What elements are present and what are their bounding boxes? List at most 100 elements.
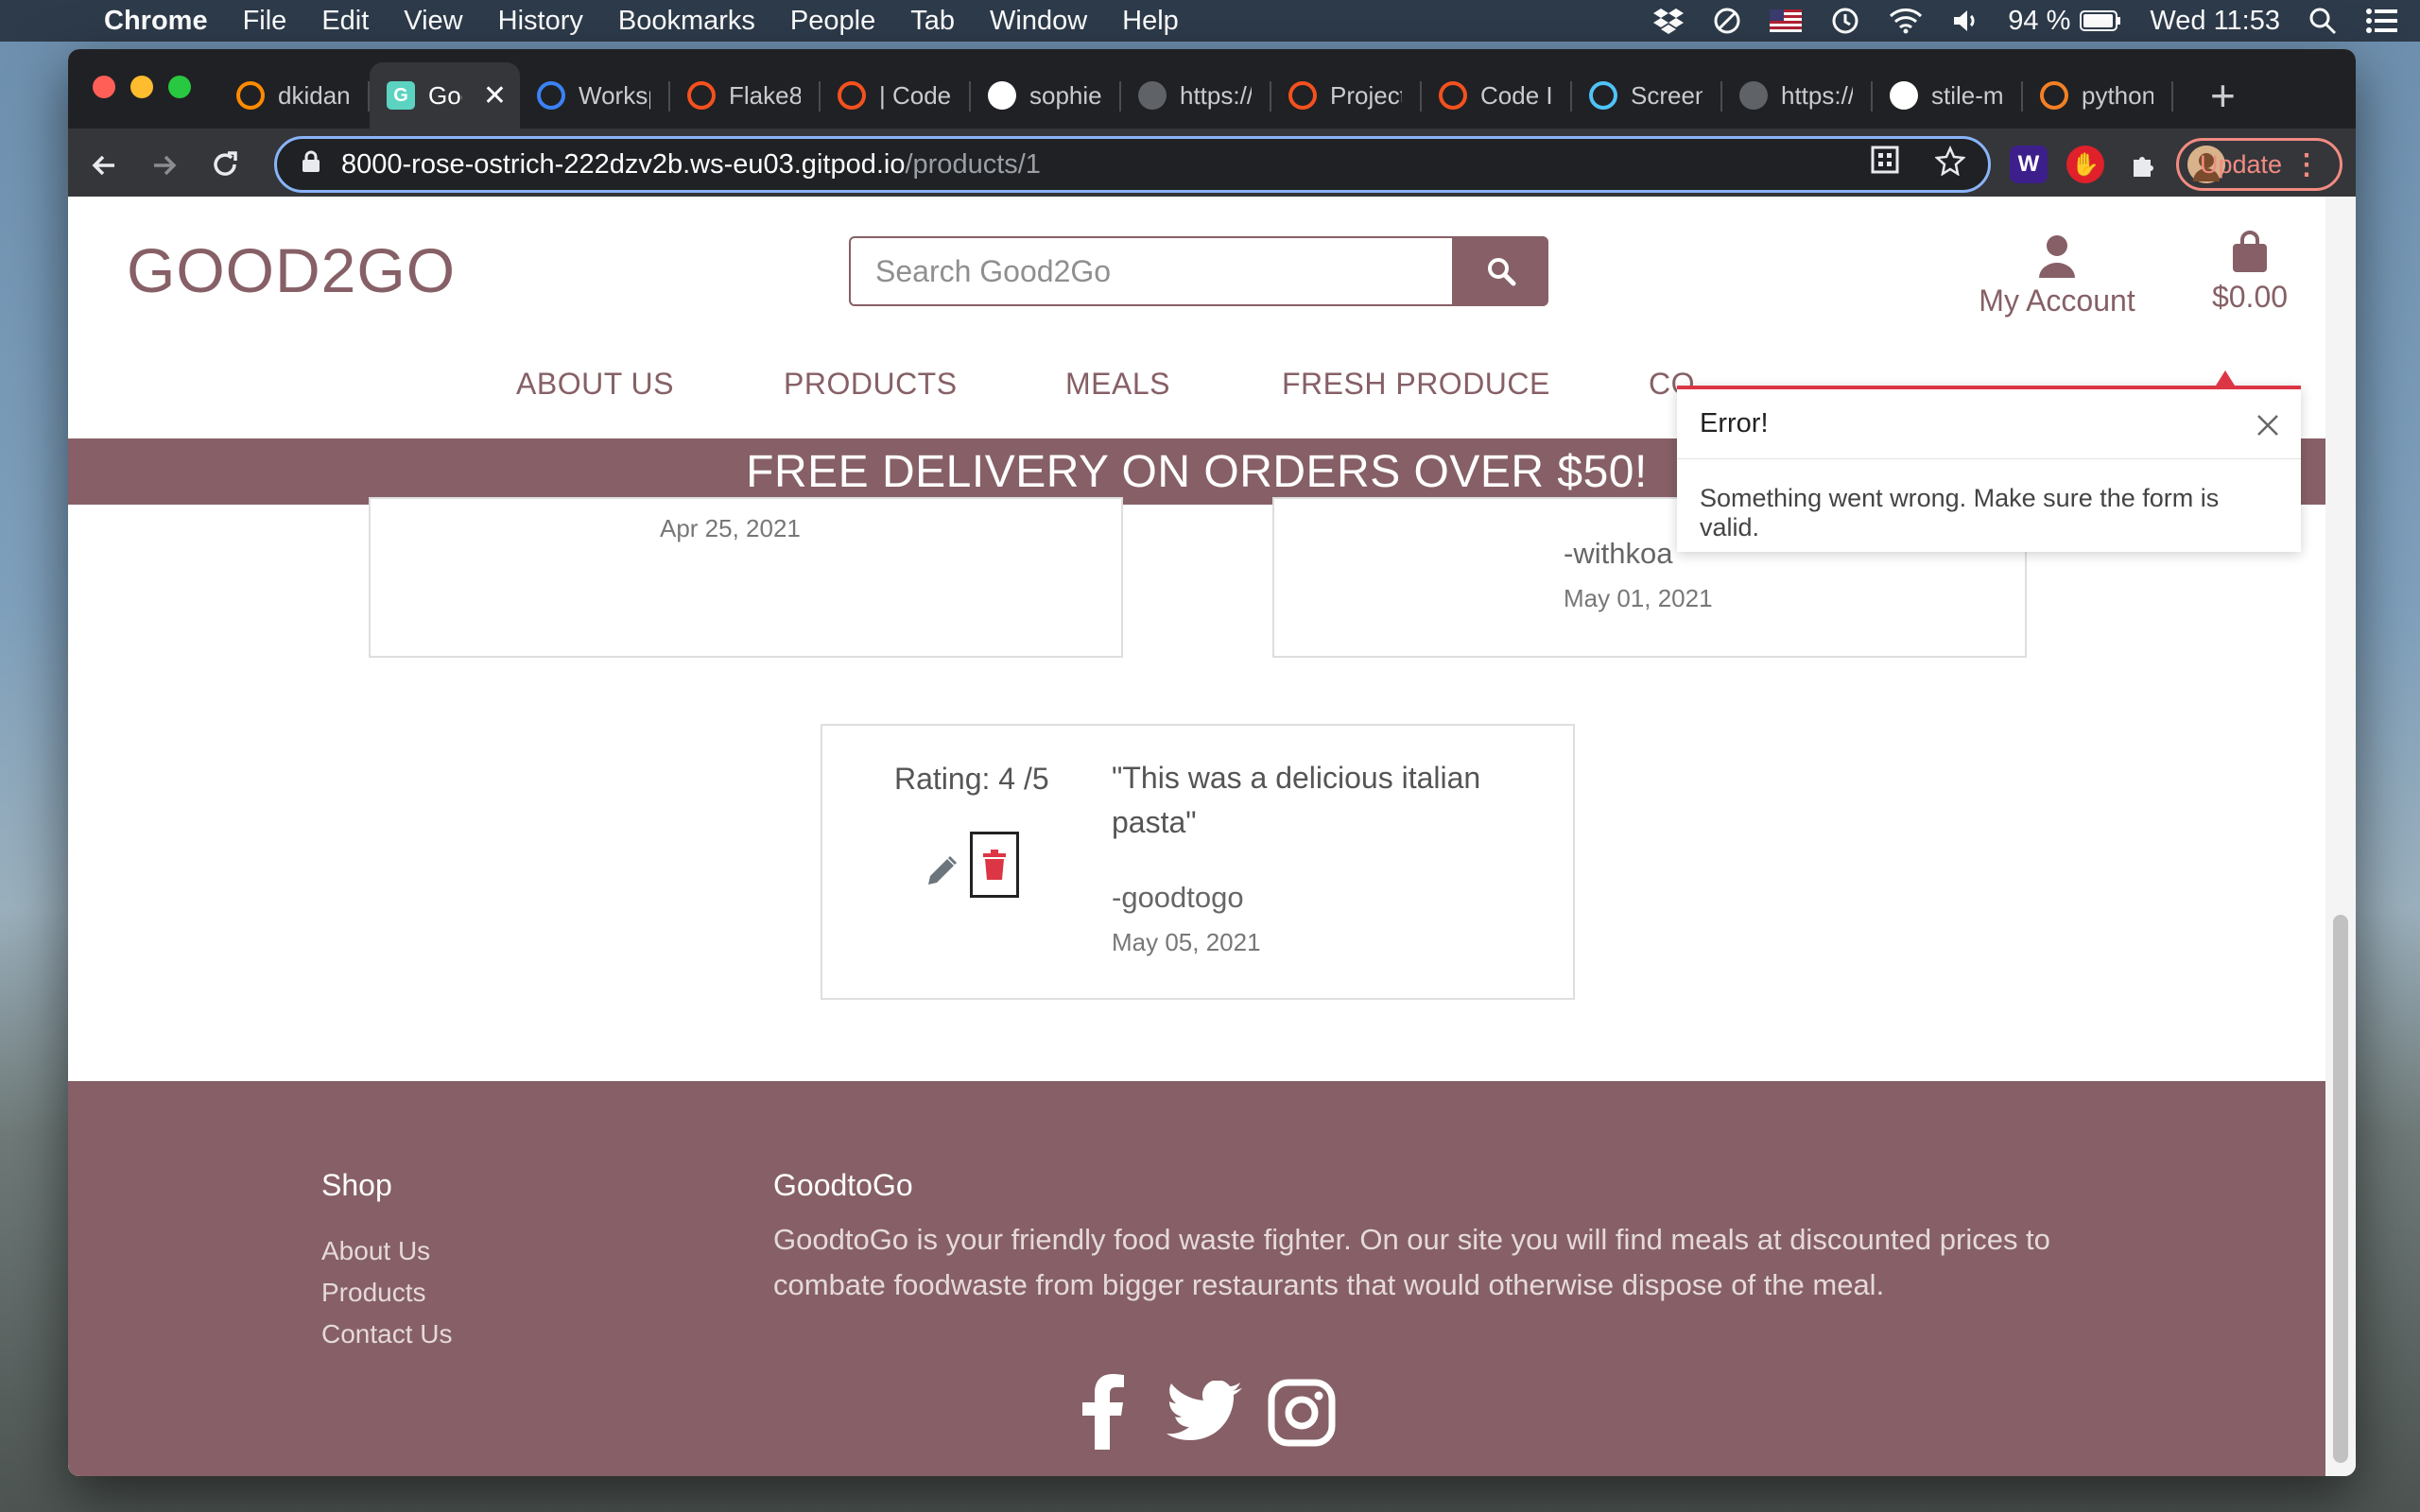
footer-shop-heading: Shop xyxy=(321,1168,392,1202)
battery-icon[interactable] xyxy=(2080,10,2121,31)
spotlight-search-icon[interactable] xyxy=(2308,7,2337,35)
browser-tab[interactable]: Project xyxy=(1271,62,1422,129)
browser-tab[interactable]: Code In xyxy=(1422,62,1572,129)
lock-icon[interactable] xyxy=(302,150,320,180)
review-date: Apr 25, 2021 xyxy=(660,514,801,542)
delete-review-button[interactable] xyxy=(970,832,1019,898)
volume-icon[interactable] xyxy=(1951,8,1979,34)
my-account-link[interactable]: My Account xyxy=(1953,234,2161,318)
menu-window[interactable]: Window xyxy=(990,6,1087,37)
twitter-icon[interactable] xyxy=(1165,1380,1244,1446)
edit-review-button[interactable] xyxy=(925,854,959,893)
menu-people[interactable]: People xyxy=(790,6,875,37)
tab-title: Flake8 xyxy=(729,80,801,110)
menu-help[interactable]: Help xyxy=(1122,6,1179,37)
review-author: -goodtogo xyxy=(1112,881,1244,914)
site-logo[interactable]: GOOD2GO xyxy=(127,234,456,306)
forward-button[interactable] xyxy=(134,148,195,189)
toast-message: Something went wrong. Make sure the form… xyxy=(1700,484,2220,541)
menu-file[interactable]: File xyxy=(243,6,287,37)
close-icon[interactable] xyxy=(2256,406,2280,446)
tab-title: stile-m xyxy=(1931,80,2003,110)
instagram-icon[interactable] xyxy=(1267,1378,1337,1448)
url-path: /products/1 xyxy=(905,148,1041,180)
search-icon xyxy=(1488,258,1516,286)
tab-title: Project xyxy=(1330,80,1402,110)
globe-icon xyxy=(1138,81,1167,110)
qr-code-icon[interactable] xyxy=(1871,146,1899,183)
menu-app[interactable]: Chrome xyxy=(104,6,208,37)
tab-title: https:// xyxy=(1781,80,1853,110)
tab-title: | Code xyxy=(879,80,951,110)
scrollbar-thumb[interactable] xyxy=(2333,915,2348,1463)
more-menu-icon[interactable]: ⋮ xyxy=(2292,148,2321,181)
extension-w-icon[interactable]: W xyxy=(2010,146,2048,183)
ring-icon xyxy=(1439,81,1467,110)
close-tab-icon[interactable]: ✕ xyxy=(483,79,507,112)
search-button[interactable] xyxy=(1454,236,1548,306)
menu-tab[interactable]: Tab xyxy=(910,6,955,37)
tab-strip: dkidan G Goo ✕ Worksp Flake8 | Code sophie https… xyxy=(68,49,2356,134)
new-tab-button[interactable]: + xyxy=(2210,70,2236,121)
footer-about-text: GoodtoGo is your friendly food waste fig… xyxy=(773,1223,2050,1301)
battery-percent: 94 % xyxy=(2008,5,2071,36)
reload-button[interactable] xyxy=(195,148,255,189)
menu-view[interactable]: View xyxy=(404,6,462,37)
browser-tab[interactable]: https:// xyxy=(1722,62,1873,129)
trash-icon xyxy=(983,850,1006,880)
address-bar[interactable]: 8000-rose-ostrich-222dzv2b.ws-eu03.gitpo… xyxy=(274,136,1991,193)
browser-tab[interactable]: dkidan xyxy=(219,62,370,129)
user-icon xyxy=(1953,234,2161,280)
browser-tab[interactable]: sophie xyxy=(971,62,1121,129)
back-button[interactable] xyxy=(74,148,134,189)
zoom-window-button[interactable] xyxy=(168,76,191,98)
footer-link-contact-us[interactable]: Contact Us xyxy=(321,1319,453,1349)
ring-icon xyxy=(838,81,866,110)
tab-title: dkidan xyxy=(278,80,350,110)
page-viewport: GOOD2GO Search Good2Go My Account $0.00 … xyxy=(68,197,2325,1476)
tab-title: Worksp xyxy=(579,80,650,110)
minimize-window-button[interactable] xyxy=(130,76,153,98)
menu-edit[interactable]: Edit xyxy=(321,6,369,37)
browser-tab[interactable]: stile-m xyxy=(1873,62,2023,129)
nav-about-us[interactable]: ABOUT US xyxy=(516,367,674,402)
clock[interactable]: Wed 11:53 xyxy=(2150,6,2280,37)
review-card-current: Rating: 4 /5 "This was a delicious itali… xyxy=(821,724,1575,1000)
close-window-button[interactable] xyxy=(93,76,115,98)
do-not-disturb-icon[interactable] xyxy=(1713,7,1741,35)
browser-tab[interactable]: Flake8 xyxy=(670,62,821,129)
dropbox-icon[interactable] xyxy=(1652,7,1685,35)
shopping-bag-link[interactable]: $0.00 xyxy=(2184,231,2316,315)
bookmark-star-icon[interactable] xyxy=(1934,145,1966,183)
menu-bookmarks[interactable]: Bookmarks xyxy=(618,6,755,37)
url-host: 8000-rose-ostrich-222dzv2b.ws-eu03.gitpo… xyxy=(341,148,906,180)
browser-tab[interactable]: Worksp xyxy=(520,62,670,129)
stack-icon xyxy=(2040,81,2068,110)
wifi-icon[interactable] xyxy=(1889,8,1923,34)
browser-window: dkidan G Goo ✕ Worksp Flake8 | Code sophie https… xyxy=(68,49,2356,1476)
page-scrollbar[interactable] xyxy=(2325,197,2356,1476)
ring-icon xyxy=(687,81,716,110)
control-center-icon[interactable] xyxy=(2365,8,2397,34)
browser-tab[interactable]: G Goo ✕ xyxy=(370,62,520,129)
browser-tab[interactable]: https:// xyxy=(1121,62,1271,129)
browser-tab[interactable]: | Code xyxy=(821,62,971,129)
footer-link-about-us[interactable]: About Us xyxy=(321,1236,430,1266)
gear-icon xyxy=(1589,81,1617,110)
us-flag-icon[interactable] xyxy=(1770,9,1803,32)
nav-products[interactable]: PRODUCTS xyxy=(784,367,958,402)
footer-link-products[interactable]: Products xyxy=(321,1278,426,1308)
extensions-puzzle-icon[interactable] xyxy=(2125,146,2163,183)
toast-title: Error! xyxy=(1700,408,1769,438)
nav-fresh-produce[interactable]: FRESH PRODUCE xyxy=(1282,367,1550,402)
browser-tab[interactable]: python xyxy=(2023,62,2173,129)
time-machine-icon[interactable] xyxy=(1830,6,1860,36)
bag-total: $0.00 xyxy=(2211,280,2289,314)
menu-history[interactable]: History xyxy=(498,6,583,37)
chrome-update-button[interactable]: Update ⋮ xyxy=(2176,138,2342,191)
search-input[interactable]: Search Good2Go xyxy=(849,236,1454,306)
browser-tab[interactable]: Screen xyxy=(1572,62,1722,129)
facebook-icon[interactable] xyxy=(1070,1372,1136,1450)
nav-meals[interactable]: MEALS xyxy=(1065,367,1170,402)
extension-hand-icon[interactable]: ✋ xyxy=(2066,146,2104,183)
